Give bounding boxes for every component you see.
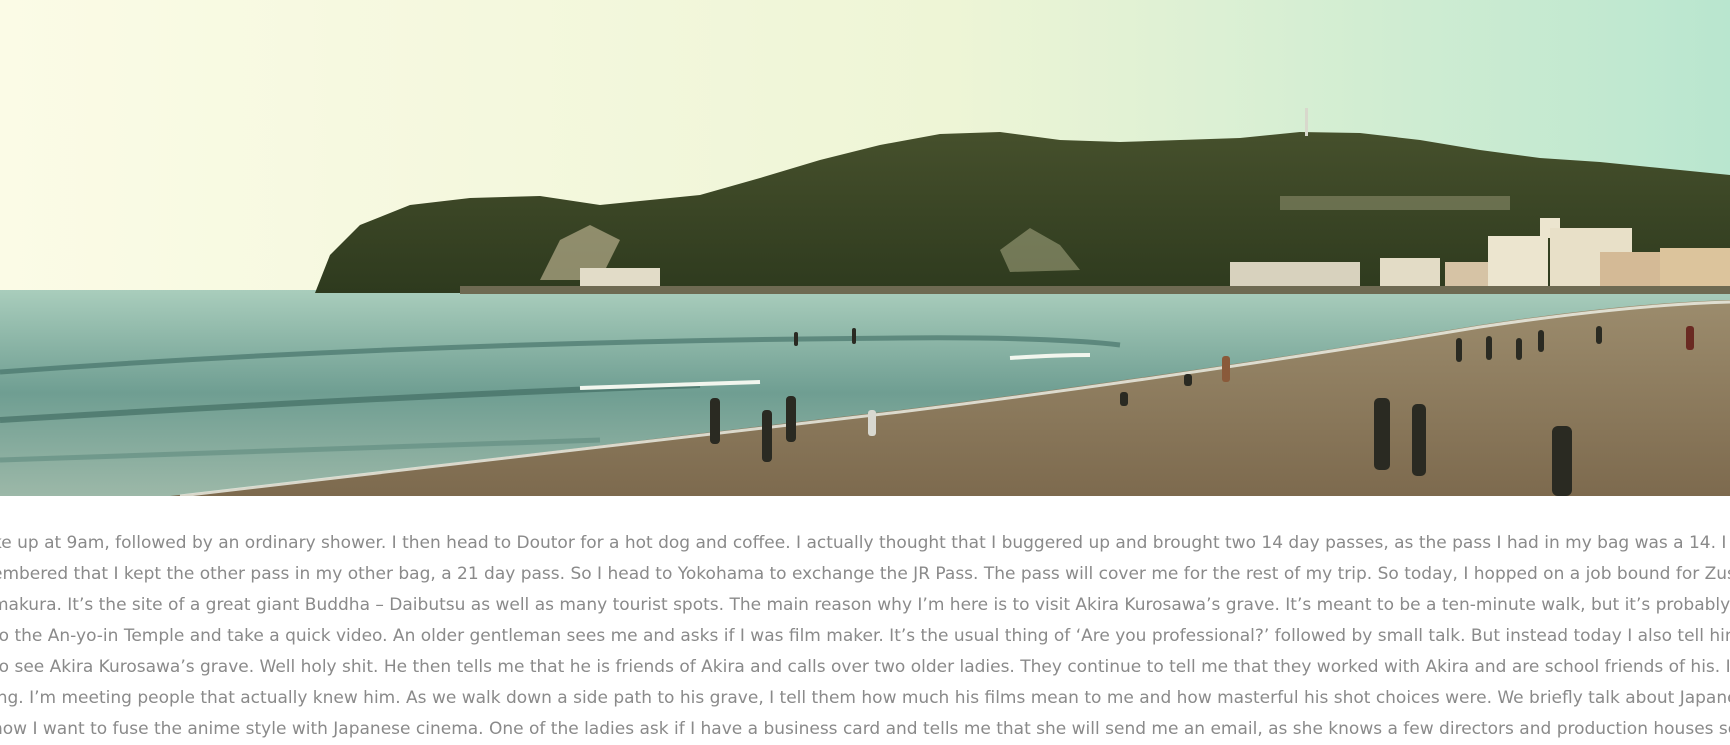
- article-line: embered that I kept the other pass in my…: [0, 564, 1730, 584]
- article-body: ke up at 9am, followed by an ordinary sh…: [0, 528, 1730, 745]
- article-line: how I want to fuse the anime style with …: [0, 719, 1730, 739]
- article-line: makura. It’s the site of a great giant B…: [0, 595, 1730, 615]
- article-line: to see Akira Kurosawa’s grave. Well holy…: [0, 657, 1730, 677]
- article-line: to the An-yo-in Temple and take a quick …: [0, 626, 1730, 646]
- article-line: ke up at 9am, followed by an ordinary sh…: [0, 533, 1730, 553]
- article-line: ing. I’m meeting people that actually kn…: [0, 688, 1730, 708]
- beach-landscape-image: [0, 0, 1730, 496]
- hero-photo: [0, 0, 1730, 496]
